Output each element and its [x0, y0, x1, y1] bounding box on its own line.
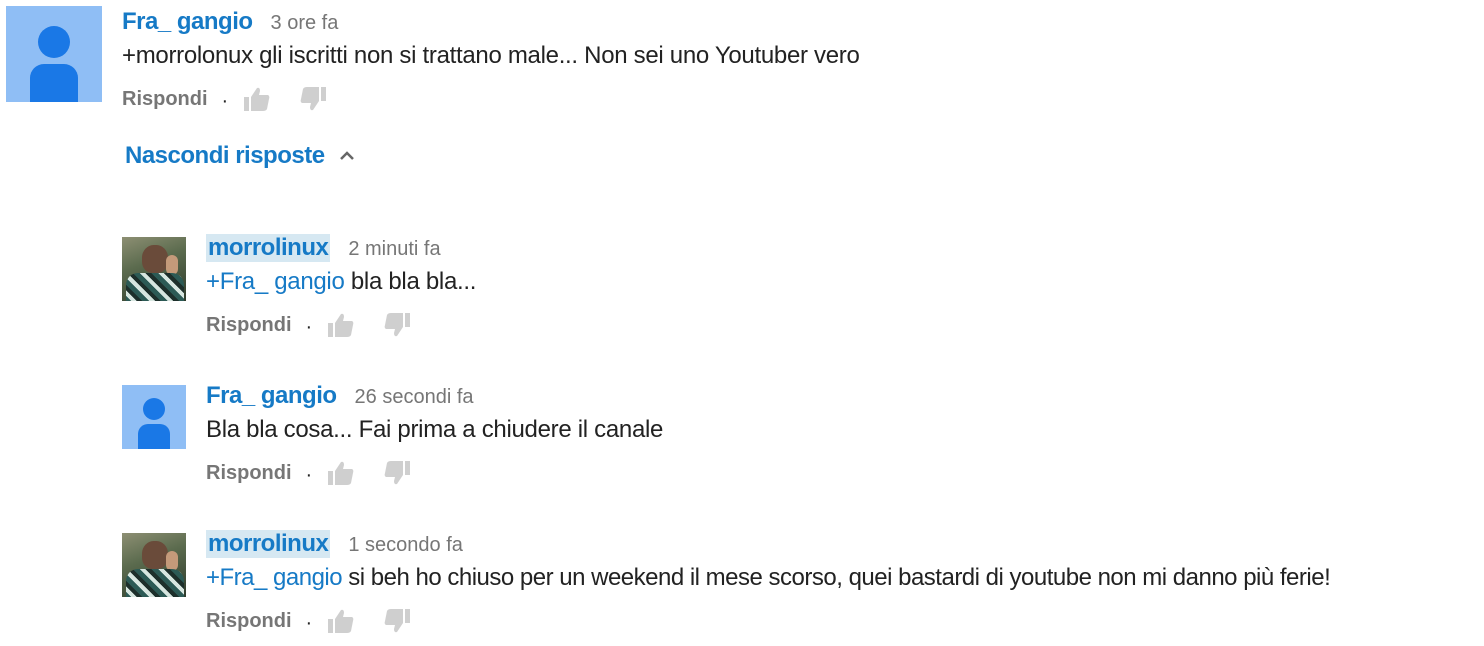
reply-body: Bla bla cosa... Fai prima a chiudere il … — [206, 416, 664, 443]
reply-time[interactable]: 1 secondo fa — [348, 534, 463, 557]
reply-body: bla bla bla... — [344, 268, 477, 295]
comment-body: +morrolonux gli iscritti non si trattano… — [122, 42, 860, 69]
reply-author[interactable]: Fra_ gangio — [206, 382, 337, 410]
default-avatar[interactable] — [122, 385, 186, 449]
default-avatar[interactable] — [6, 6, 102, 102]
thumbs-up-icon[interactable] — [326, 458, 356, 488]
separator-dot: · — [305, 611, 313, 634]
reply-button[interactable]: Rispondi — [206, 314, 292, 337]
mention-link[interactable]: +Fra_ gangio — [206, 564, 343, 591]
reply-body: si beh ho chiuso per un weekend il mese … — [342, 564, 1331, 591]
thumbs-up-icon[interactable] — [326, 310, 356, 340]
reply-text: +Fra_ gangio bla bla bla... — [206, 268, 476, 296]
reply-text: +Fra_ gangio si beh ho chiuso per un wee… — [206, 564, 1331, 592]
separator-dot: · — [221, 89, 229, 112]
thumbs-up-icon[interactable] — [326, 606, 356, 636]
photo-avatar[interactable] — [122, 237, 186, 301]
mention-link[interactable]: +Fra_ gangio — [206, 268, 345, 295]
reply-button[interactable]: Rispondi — [206, 462, 292, 485]
hide-replies-toggle[interactable]: Nascondi risposte — [125, 142, 357, 170]
thumbs-down-icon[interactable] — [382, 310, 412, 340]
thumbs-down-icon[interactable] — [298, 84, 328, 114]
chevron-up-icon[interactable] — [337, 146, 357, 166]
reply-text: Bla bla cosa... Fai prima a chiudere il … — [206, 416, 663, 444]
comment-text: +morrolonux gli iscritti non si trattano… — [122, 42, 860, 70]
thumbs-down-icon[interactable] — [382, 606, 412, 636]
thumbs-up-icon[interactable] — [242, 84, 272, 114]
separator-dot: · — [305, 315, 313, 338]
hide-replies-label[interactable]: Nascondi risposte — [125, 142, 325, 170]
reply-author[interactable]: morrolinux — [206, 530, 331, 558]
reply-author[interactable]: morrolinux — [206, 234, 331, 262]
comment-author[interactable]: Fra_ gangio — [122, 8, 253, 36]
thumbs-down-icon[interactable] — [382, 458, 412, 488]
reply-button[interactable]: Rispondi — [122, 88, 208, 111]
comment-time[interactable]: 3 ore fa — [271, 12, 339, 35]
reply-time[interactable]: 26 secondi fa — [355, 386, 474, 409]
separator-dot: · — [305, 463, 313, 486]
photo-avatar[interactable] — [122, 533, 186, 597]
reply-button[interactable]: Rispondi — [206, 610, 292, 633]
reply-time[interactable]: 2 minuti fa — [348, 238, 440, 261]
